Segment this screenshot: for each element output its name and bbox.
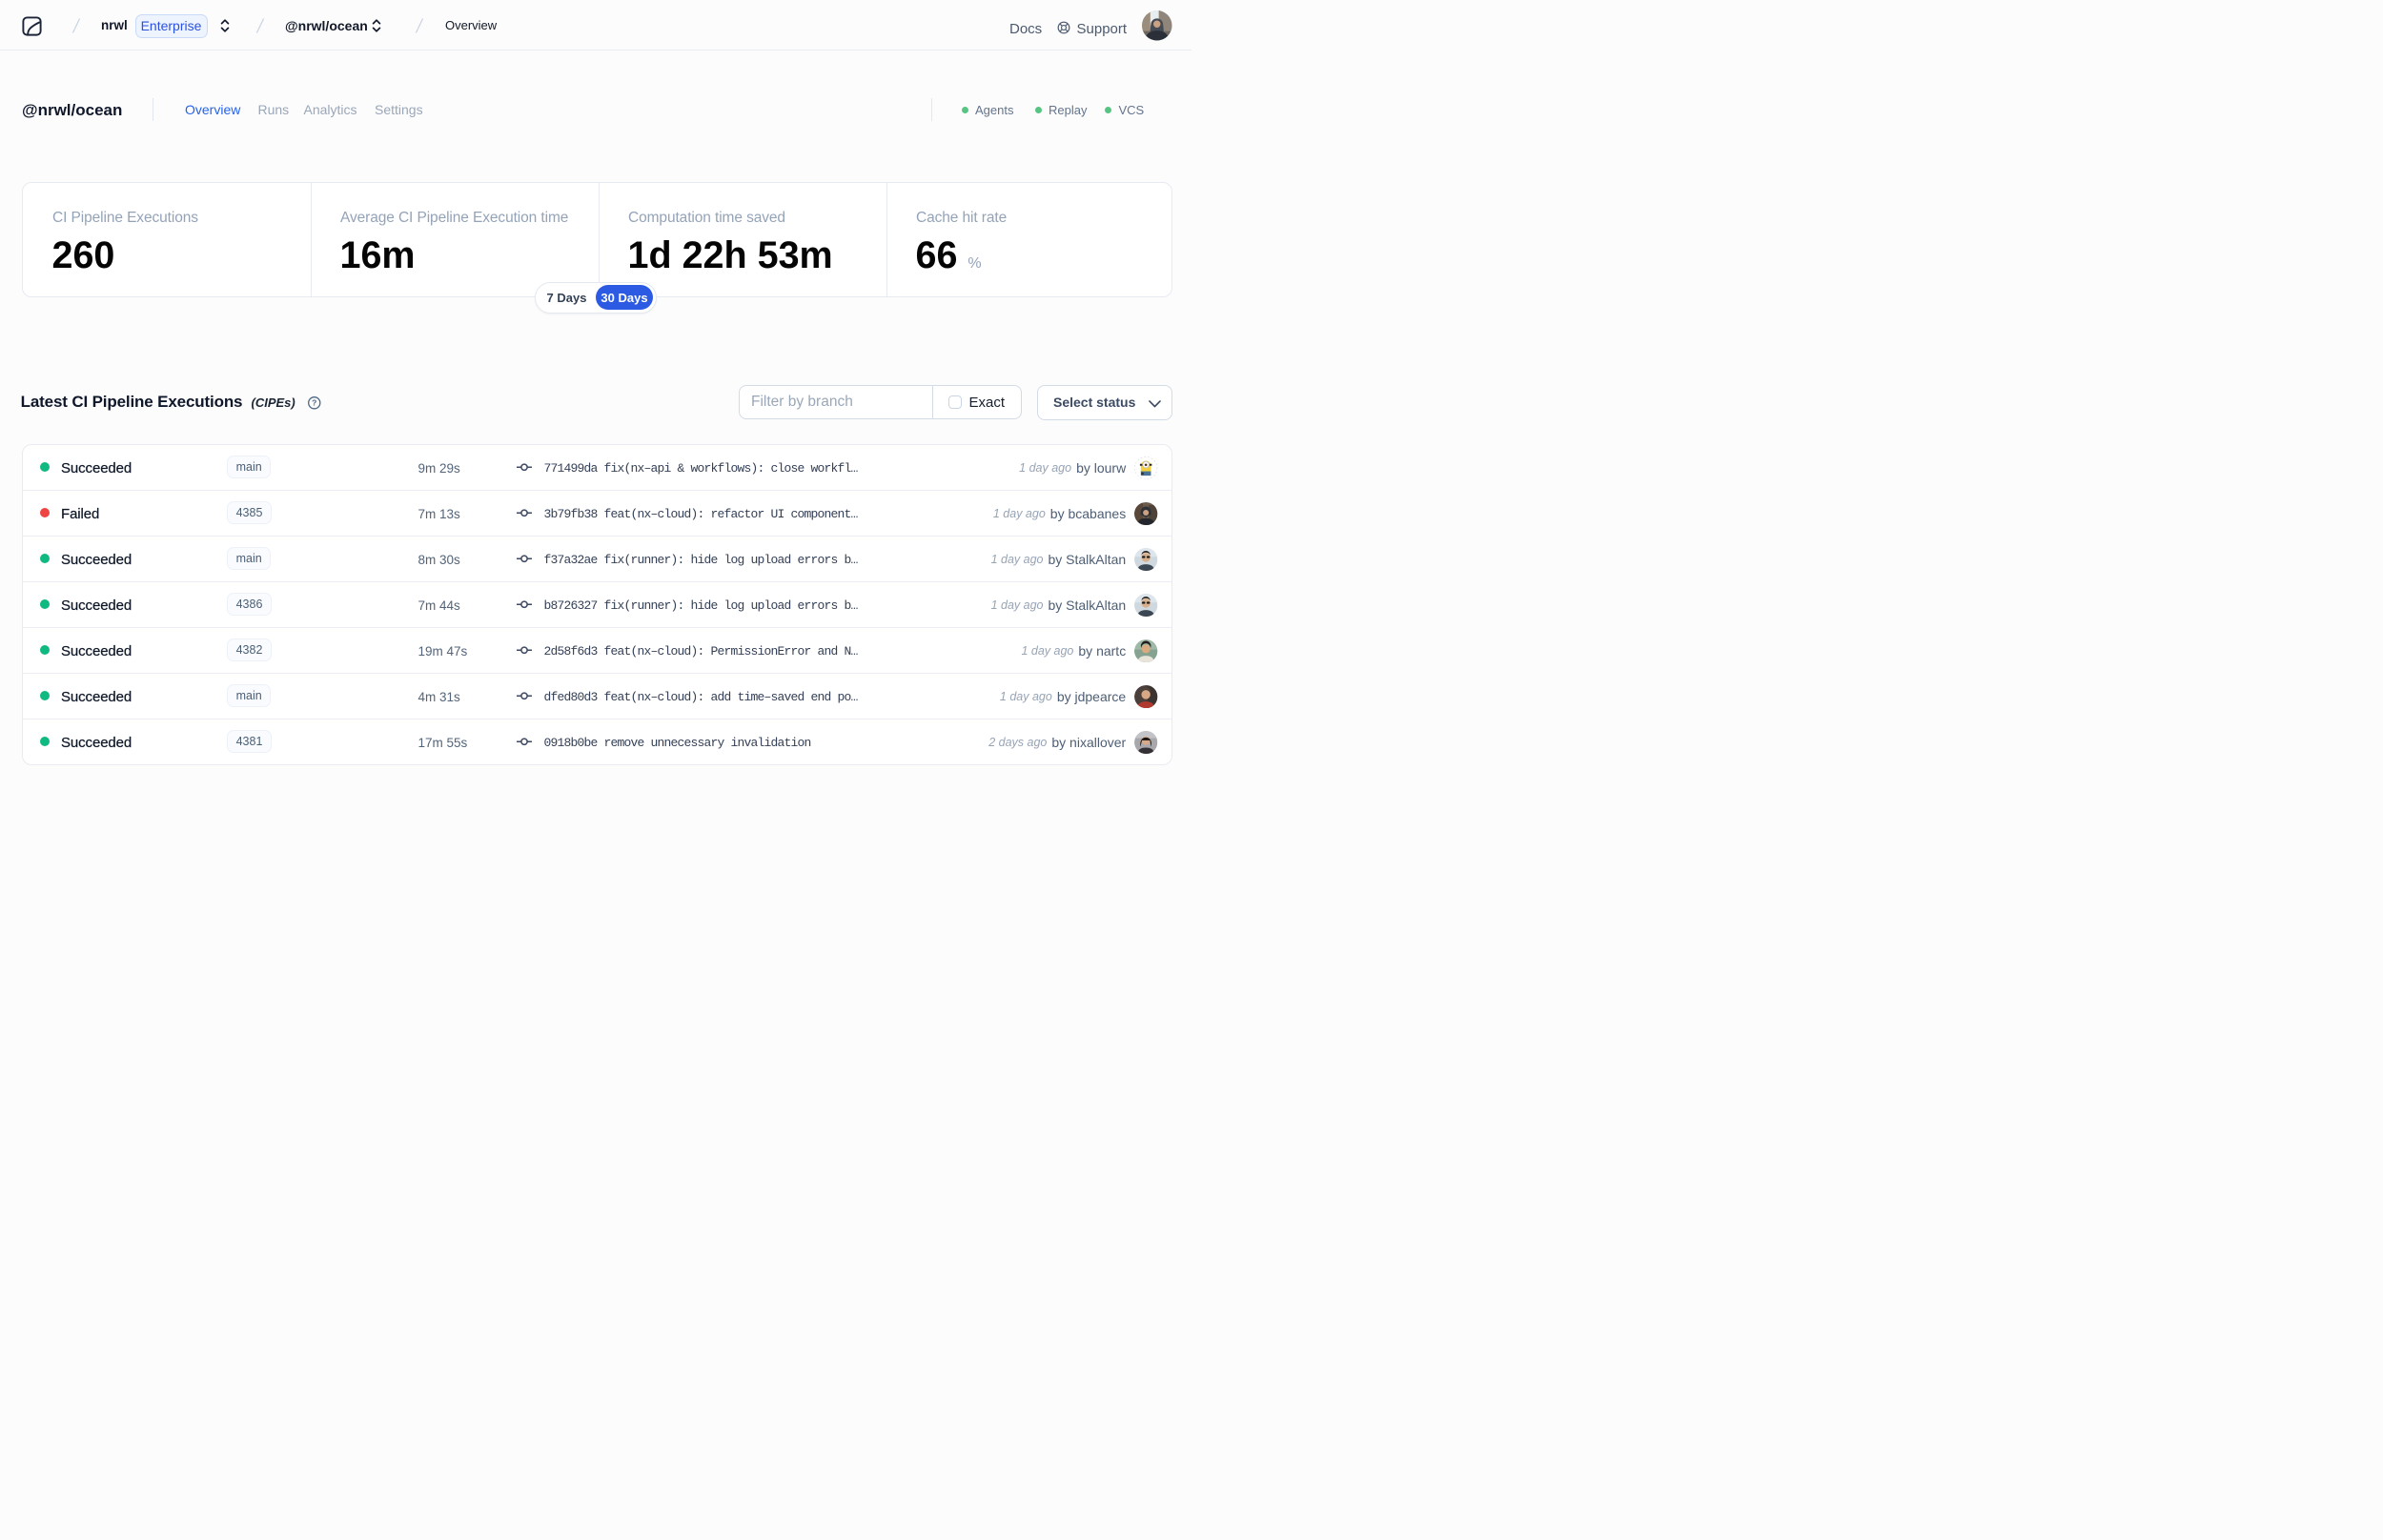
svg-text:?: ?	[312, 398, 316, 408]
